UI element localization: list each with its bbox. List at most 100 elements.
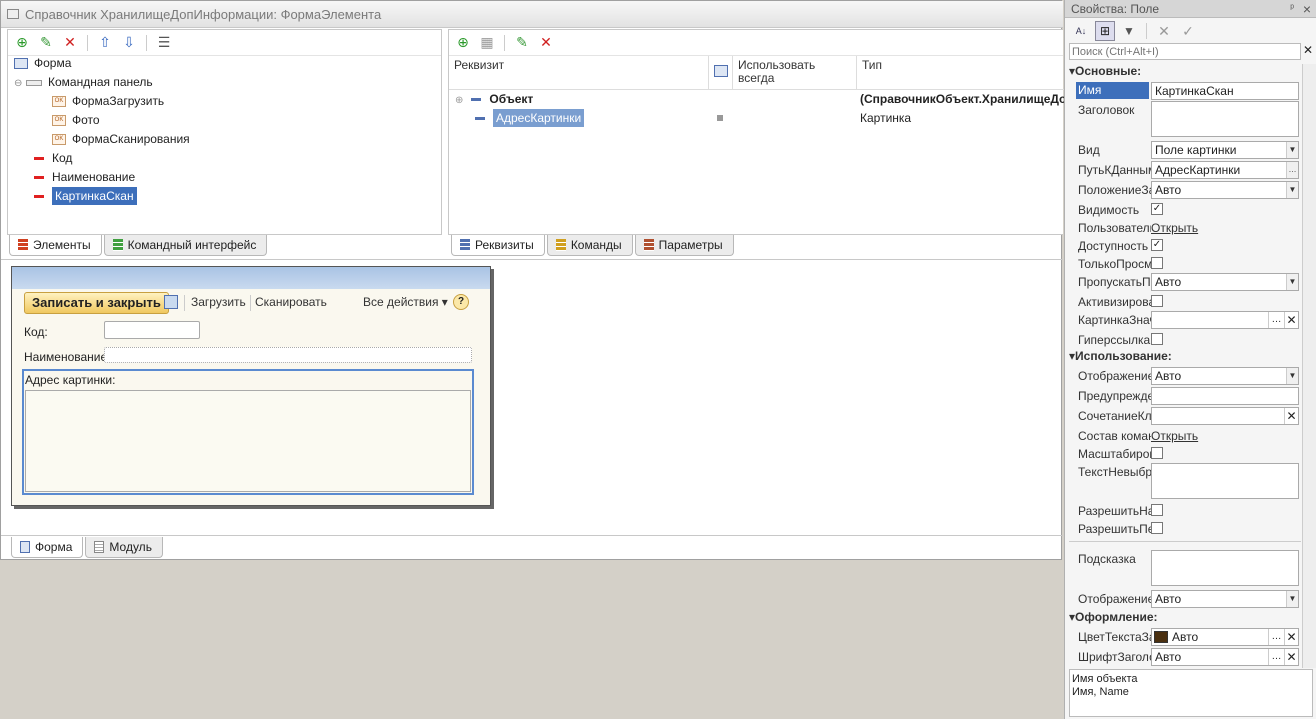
tree-item-command-panel[interactable]: ⊖ Командная панель: [14, 73, 153, 92]
clear-icon[interactable]: ✕: [1284, 312, 1298, 328]
prop-name[interactable]: Имя КартинкаСкан: [1065, 82, 1301, 101]
prop-title[interactable]: Заголовок: [1065, 101, 1301, 139]
open-link[interactable]: Открыть: [1151, 221, 1198, 235]
dropdown-icon[interactable]: ▼: [1286, 142, 1298, 158]
dropdown-icon[interactable]: ▼: [1286, 368, 1298, 384]
properties-search-input[interactable]: [1069, 43, 1301, 60]
edit-icon[interactable]: ✎: [36, 33, 56, 53]
prop-user[interactable]: ПользовательскаяОткрыть: [1065, 219, 1301, 238]
move-down-icon[interactable]: ⇩: [119, 33, 139, 53]
use-always-checkbox[interactable]: [717, 115, 723, 121]
picture-field[interactable]: [25, 390, 471, 492]
tab-elements[interactable]: Элементы: [9, 235, 102, 256]
tab-attributes[interactable]: Реквизиты: [451, 235, 545, 256]
prop-view[interactable]: Вид Поле картинки ▼: [1065, 141, 1301, 160]
clear-search-icon[interactable]: ✕: [1303, 43, 1313, 57]
prop-hint[interactable]: Подсказка: [1065, 550, 1301, 588]
dropdown-icon[interactable]: ▼: [1286, 591, 1298, 607]
hyperlink-checkbox[interactable]: [1151, 333, 1163, 345]
tab-parameters[interactable]: Параметры: [634, 235, 734, 256]
tab-module[interactable]: Модуль: [85, 537, 163, 558]
table-row[interactable]: ⊕ Объект (СправочникОбъект.ХранилищеДо: [455, 90, 1066, 109]
tree-item-button[interactable]: OK ФормаЗагрузить: [52, 92, 164, 111]
clear-icon[interactable]: ✕: [1284, 408, 1298, 424]
select-icon[interactable]: …: [1286, 162, 1298, 178]
code-input[interactable]: [104, 321, 200, 339]
add-icon[interactable]: ⊕: [12, 33, 32, 53]
prop-picvalues[interactable]: КартинкаЗначений…✕: [1065, 311, 1301, 330]
tab-form[interactable]: Форма: [11, 537, 84, 558]
prop-hyperlink[interactable]: Гиперссылка: [1065, 331, 1301, 350]
column-header-use-always[interactable]: Использовать всегда: [733, 56, 857, 90]
add-attribute-icon[interactable]: ⊕: [453, 33, 473, 53]
delete-icon[interactable]: ✕: [536, 33, 556, 53]
allow1-checkbox[interactable]: [1151, 504, 1163, 516]
prop-readonly[interactable]: ТолькоПросмотр: [1065, 255, 1301, 274]
select-icon[interactable]: …: [1268, 649, 1284, 665]
tab-commands[interactable]: Команды: [546, 235, 633, 256]
add-from-object-icon[interactable]: ▦: [477, 33, 497, 53]
tree-item-button[interactable]: OK Фото: [52, 111, 100, 130]
tree-item-button[interactable]: OK ФормаСканирования: [52, 130, 190, 149]
prop-font[interactable]: ШрифтЗаголовкаАвто…✕: [1065, 648, 1301, 667]
delete-icon[interactable]: ✕: [60, 33, 80, 53]
prop-activate[interactable]: Активизировать: [1065, 293, 1301, 312]
prop-skip[interactable]: ПропускатьПриВводеАвто▼: [1065, 273, 1301, 292]
section-main[interactable]: ▾Основные:: [1069, 64, 1141, 78]
tree-item-field[interactable]: Код: [34, 149, 72, 168]
save-and-close-button[interactable]: Записать и закрыть: [24, 292, 169, 314]
pin-icon[interactable]: ᵖ: [1290, 0, 1294, 18]
scan-button[interactable]: Сканировать: [255, 295, 327, 309]
sort-alpha-icon[interactable]: A↓: [1071, 21, 1091, 41]
save-icon[interactable]: [164, 295, 178, 309]
move-up-icon[interactable]: ⇧: [95, 33, 115, 53]
readonly-checkbox[interactable]: [1151, 257, 1163, 269]
prop-display2[interactable]: Отображение Авто ▼: [1065, 590, 1301, 609]
properties-icon[interactable]: ☰: [154, 33, 174, 53]
categories-icon[interactable]: ⊞: [1095, 21, 1115, 41]
prop-allow2[interactable]: РазрешитьПеретаскивание: [1065, 520, 1301, 539]
prop-commands[interactable]: Состав командОткрыть: [1065, 427, 1301, 446]
tree-item-field-selected[interactable]: КартинкаСкан: [34, 187, 137, 206]
select-icon[interactable]: …: [1268, 629, 1284, 645]
cancel-icon[interactable]: ✕: [1154, 21, 1174, 41]
clear-icon[interactable]: ✕: [1284, 629, 1298, 645]
dropdown-icon[interactable]: ▼: [1286, 182, 1298, 198]
prop-scale[interactable]: Масштабировать: [1065, 445, 1301, 464]
scale-checkbox[interactable]: [1151, 447, 1163, 459]
tab-command-interface[interactable]: Командный интерфейс: [103, 235, 268, 256]
help-icon[interactable]: ?: [453, 294, 469, 310]
visible-checkbox[interactable]: ✓: [1151, 203, 1163, 215]
filter-icon[interactable]: ▼: [1119, 21, 1139, 41]
prop-textcolor[interactable]: ЦветТекстаЗаголовкаАвто…✕: [1065, 628, 1301, 647]
column-header-attribute[interactable]: Реквизит: [449, 56, 709, 90]
all-actions-menu[interactable]: Все действия ▾: [363, 295, 448, 309]
prop-warning[interactable]: Предупреждение: [1065, 387, 1301, 406]
prop-datapath[interactable]: ПутьКДанным АдресКартинки…: [1065, 161, 1301, 180]
select-icon[interactable]: …: [1268, 312, 1284, 328]
allow2-checkbox[interactable]: [1151, 522, 1163, 534]
prop-allow1[interactable]: РазрешитьНачало: [1065, 502, 1301, 521]
clear-icon[interactable]: ✕: [1284, 649, 1298, 665]
close-icon[interactable]: ×: [1303, 0, 1311, 18]
prop-visible[interactable]: Видимость ✓: [1065, 201, 1301, 220]
name-input[interactable]: [104, 347, 472, 363]
tree-item-field[interactable]: Наименование: [34, 168, 135, 187]
confirm-icon[interactable]: ✓: [1178, 21, 1198, 41]
properties-scrollbar[interactable]: [1302, 64, 1316, 668]
dropdown-icon[interactable]: ▼: [1286, 274, 1298, 290]
column-header-type[interactable]: Тип: [857, 56, 1064, 90]
prop-enabled[interactable]: Доступность ✓: [1065, 237, 1301, 256]
load-button[interactable]: Загрузить: [191, 295, 246, 309]
prop-titlepos[interactable]: ПоложениеЗаголовкаАвто▼: [1065, 181, 1301, 200]
collapse-icon[interactable]: ⊖: [14, 74, 24, 93]
prop-noselect[interactable]: ТекстНевыбранной: [1065, 463, 1301, 501]
activate-checkbox[interactable]: [1151, 295, 1163, 307]
picture-field-frame[interactable]: Адрес картинки:: [22, 369, 474, 495]
open-link[interactable]: Открыть: [1151, 429, 1198, 443]
expand-icon[interactable]: ⊕: [455, 95, 463, 106]
section-usage[interactable]: ▾Использование:: [1069, 349, 1172, 363]
enabled-checkbox[interactable]: ✓: [1151, 239, 1163, 251]
table-row-selected[interactable]: АдресКартинки Картинка: [475, 109, 1055, 128]
prop-shortcut[interactable]: СочетаниеКлавиш✕: [1065, 407, 1301, 426]
